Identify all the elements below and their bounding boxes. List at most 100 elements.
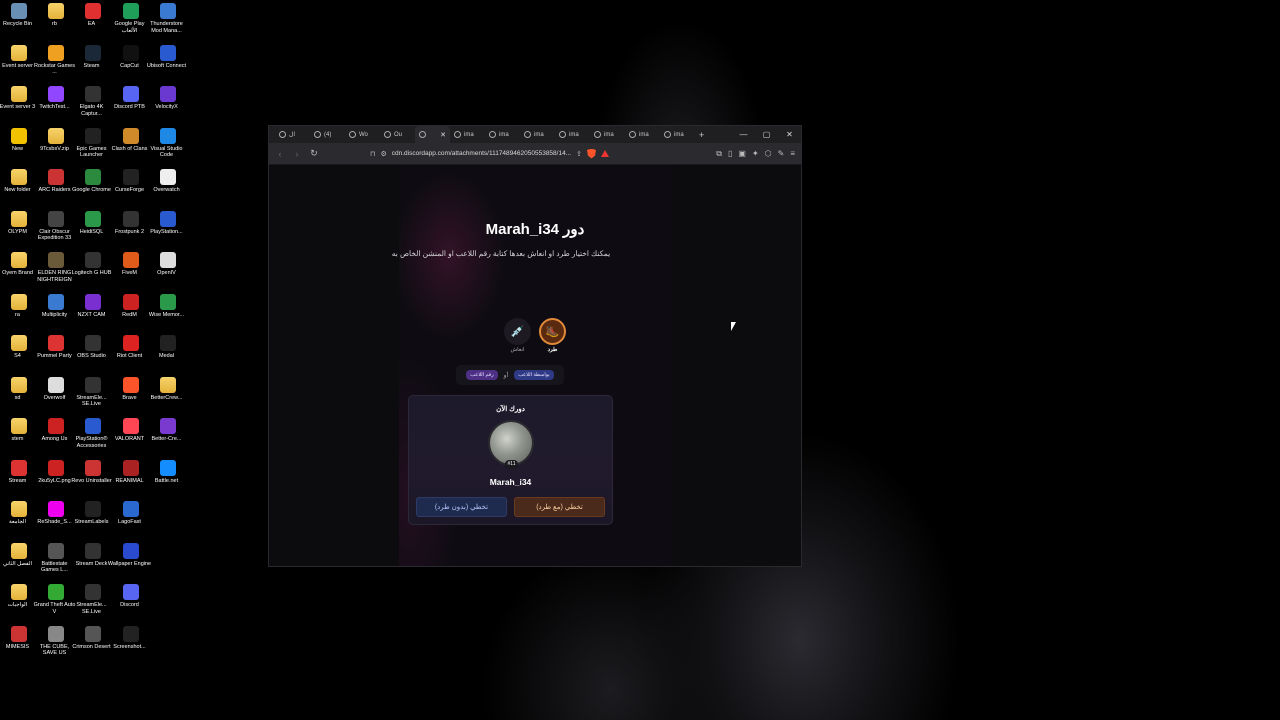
desktop-icon[interactable]: StreamEle... SE.Live [74,584,112,624]
screenshot-icon[interactable]: ⧉ [716,149,722,159]
desktop-icon[interactable]: Revo Uninstaller [71,459,112,500]
browser-tab[interactable]: ima [660,126,695,143]
close-tab-icon[interactable]: ✕ [440,131,446,139]
velocityx-icon [160,86,176,102]
skip-with-kick-button[interactable]: تخطي (مع طرد) [514,497,605,517]
desktop-icon[interactable]: Wallpaper Engine [108,542,151,583]
back-icon[interactable]: ‹ [275,149,285,159]
browser-tab[interactable]: ال [275,126,310,143]
desktop-icon[interactable]: Google Chrome [72,169,112,209]
folder-icon [11,86,27,102]
browser-tab[interactable]: ima [555,126,590,143]
vpn-icon[interactable]: ⬡ [765,149,772,159]
streamlabels-icon [85,501,101,517]
maximize-icon[interactable]: ▢ [755,126,778,143]
folder-icon [11,293,27,310]
or-text: أو [503,372,509,379]
minimize-icon[interactable]: — [732,126,755,143]
twitch-icon [48,86,64,102]
brave-shield-icon[interactable] [587,148,596,159]
browser-tab[interactable]: ima [590,126,625,143]
brave-rewards-icon[interactable] [601,150,609,157]
forward-icon[interactable]: › [292,149,302,159]
reload-icon[interactable]: ↻ [309,148,319,159]
desktop-icon[interactable]: Overwatch [149,169,187,209]
extensions-icon[interactable]: ✎ [778,149,785,159]
desktop-icon[interactable]: StreamEle... SE.Live [74,376,112,417]
desktop-icon[interactable]: BetterCrew... [149,376,187,417]
tab-favicon-icon [594,131,601,138]
address-bar[interactable]: ⊓ ⚙ cdn.discordapp.com/attachments/11174… [366,146,646,161]
desktop-icon[interactable]: VelocityX [149,86,187,126]
browser-tab[interactable]: ima [485,126,520,143]
browser-tab[interactable]: ima [520,126,555,143]
sidebar-icon[interactable]: ▯ [728,149,732,159]
desktop-icon[interactable]: OpenIV [149,252,187,292]
desktop-icon[interactable]: EA [74,3,112,43]
mode-revive-label: انعاش [510,347,525,353]
site-info-icon[interactable]: ⚙ [380,150,386,158]
vscode-icon [160,127,176,144]
player-number-pill[interactable]: رقم اللاعب [466,370,498,380]
fivem-icon [123,252,139,268]
desktop-icon[interactable]: HeidiSQL [74,210,112,251]
desktop-icon[interactable]: Discord [112,584,150,624]
browser-window[interactable]: ال (4) Wo Ou ✕ ima ima ima ima ima ima ima + — ▢ ✕ … [268,125,802,567]
curseforge-icon [123,169,139,185]
share-icon[interactable]: ⇪ [576,150,582,158]
close-window-icon[interactable]: ✕ [778,126,801,143]
browser-tab[interactable]: ima [625,126,660,143]
page-content: دور Marah_i34 يمكنك اختيار طرد او انعاش … [269,166,801,566]
tab-label: ima [464,131,474,138]
desktop-icon[interactable]: Screenshot... [112,625,150,666]
desktop-icon[interactable]: Crimson Desert [72,625,112,666]
desktop-icon[interactable]: Elgato 4K Captur... [74,86,112,126]
tab-favicon-icon [559,131,566,138]
desktop-icon[interactable]: Epic Games Launcher [74,127,112,168]
frostpunk-icon [123,210,139,227]
desktop-icon[interactable]: Ubisoft Connect [147,44,187,85]
folder-icon [11,210,27,227]
the-cube-icon [48,625,64,642]
kick-icon: 🥾 [539,318,566,345]
target-type-selector: رقم اللاعب أو بواسطة اللاعب [456,365,564,385]
player-mention-pill[interactable]: بواسطة اللاعب [514,370,554,380]
bookmark-icon[interactable]: ⊓ [370,150,375,158]
ubisoft-icon [160,44,176,61]
desktop-icon[interactable]: NZXT CAM [74,293,112,334]
desktop-icon[interactable]: OBS Studio [74,335,112,375]
browser-tab[interactable]: ima [450,126,485,143]
skip-without-kick-button[interactable]: تخطي (بدون طرد) [416,497,507,517]
overwolf-icon [48,376,64,393]
new-tab-button[interactable]: + [699,130,704,140]
wallet-icon[interactable]: ▣ [738,149,746,159]
desktop-icon-label: Overwatch [153,187,180,193]
desktop-icon[interactable]: Visual Studio Code [149,127,187,168]
desktop-icon[interactable]: StreamLabels [74,501,112,541]
desktop-icon[interactable]: Stream Deck [74,542,112,583]
stream-deck-icon [85,542,101,559]
desktop-icon[interactable]: Wise Memor... [149,293,187,334]
browser-tab[interactable]: (4) [310,126,345,143]
desktop-icon[interactable]: PlayStation® Accessories [74,418,112,458]
desktop-icon[interactable]: Battle.net [149,459,187,500]
leo-ai-icon[interactable]: ✦ [752,149,759,159]
url-text[interactable]: cdn.discordapp.com/attachments/111748946… [392,150,571,157]
desktop-icon[interactable]: Thunderstore Mod Mana... [149,3,187,43]
desktop-icon[interactable]: PlayStation... [149,210,187,251]
desktop-icon[interactable]: Logitech G HUB [72,252,112,292]
desktop-icon[interactable]: LagoFast [112,501,150,541]
browser-tab[interactable]: Wo [345,126,380,143]
chrome-icon [85,169,101,185]
browser-tab[interactable]: ✕ [415,126,450,143]
mode-kick[interactable]: 🥾 طرد [539,318,566,353]
streamelements-icon [85,376,101,393]
desktop-icon[interactable]: Steam [74,44,112,85]
desktop-icon[interactable]: Better-Cre... [149,418,187,458]
desktop-icon-label: PlayStation... [150,228,183,235]
mode-revive[interactable]: 💉 انعاش [504,318,531,353]
folder-icon [48,3,64,19]
browser-tab[interactable]: Ou [380,126,415,143]
menu-icon[interactable]: ≡ [790,149,795,159]
desktop-icon[interactable]: Medal [149,335,187,375]
